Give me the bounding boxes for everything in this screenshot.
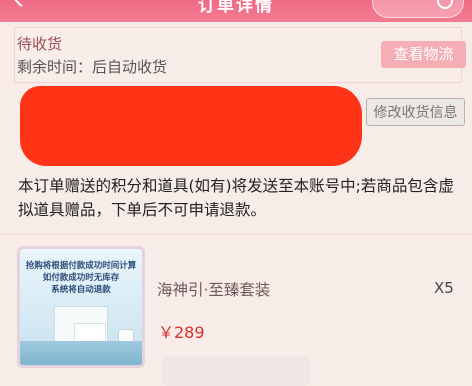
- menu-capsule[interactable]: [372, 0, 464, 18]
- section-divider: [0, 234, 472, 235]
- thumbnail-caption-line2: 如付款成功时无库存: [42, 273, 120, 283]
- thumbnail-base-graphic: [20, 341, 142, 365]
- product-name[interactable]: 海神引·至臻套装: [157, 278, 270, 300]
- product-quantity: X5: [434, 279, 454, 297]
- order-status-text: 待收货: [17, 35, 63, 53]
- top-nav-bar: 订单详情: [0, 0, 472, 22]
- bottom-action-button[interactable]: [162, 356, 310, 386]
- close-circle-icon[interactable]: [437, 0, 453, 9]
- modify-address-button[interactable]: 修改收货信息: [366, 98, 465, 126]
- thumbnail-caption-line3: 系统将自动退款: [51, 285, 111, 295]
- product-price: ￥289: [158, 323, 205, 342]
- remaining-time-text: 剩余时间：后自动收货: [17, 58, 168, 76]
- thumbnail-caption-line1: 抢购将根据付款成功时间计算: [25, 261, 137, 271]
- order-notice-text: 本订单赠送的积分和道具(如有)将发送至本账号中;若商品包含虚拟道具赠品，下单后不…: [18, 177, 454, 219]
- product-thumbnail[interactable]: 抢购将根据付款成功时间计算 如付款成功时无库存 系统将自动退款: [17, 246, 145, 368]
- view-logistics-button[interactable]: 查看物流: [381, 41, 466, 68]
- redacted-address-block: [20, 86, 362, 166]
